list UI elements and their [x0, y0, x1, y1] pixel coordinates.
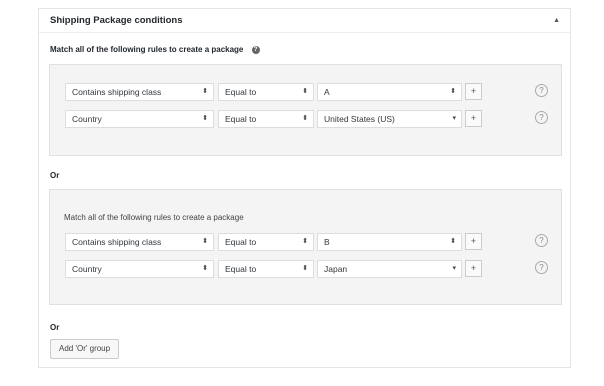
select-arrow-icon: ⬍: [302, 265, 308, 272]
or-separator: Or: [50, 171, 60, 180]
value-select[interactable]: B ⬍: [317, 233, 462, 251]
help-icon[interactable]: ?: [251, 45, 260, 54]
condition-select-value: Country: [72, 114, 102, 124]
add-rule-button[interactable]: +: [465, 233, 482, 250]
condition-select[interactable]: Country ⬍: [65, 110, 214, 128]
select-arrow-icon: ⬍: [302, 88, 308, 95]
condition-select-value: Contains shipping class: [72, 237, 162, 247]
operator-select-value: Equal to: [225, 237, 257, 247]
intro-label: Match all of the following rules to crea…: [50, 45, 244, 54]
add-rule-button[interactable]: +: [465, 83, 482, 100]
operator-select-value: Equal to: [225, 264, 257, 274]
shipping-package-panel: Shipping Package conditions ▲ Match all …: [38, 8, 571, 368]
select-arrow-icon: ⬍: [450, 238, 456, 245]
rule-group-1: Contains shipping class ⬍ Equal to ⬍ A ⬍ + …: [49, 64, 562, 156]
condition-select-value: Country: [72, 264, 102, 274]
select-arrow-icon: ⬍: [202, 265, 208, 272]
operator-select-value: Equal to: [225, 114, 257, 124]
select-arrow-icon: ⬍: [450, 88, 456, 95]
condition-select[interactable]: Country ⬍: [65, 260, 214, 278]
value-select[interactable]: A ⬍: [317, 83, 462, 101]
operator-select[interactable]: Equal to ⬍: [218, 110, 314, 128]
rule-group-2: Match all of the following rules to crea…: [49, 189, 562, 305]
add-rule-button[interactable]: +: [465, 110, 482, 127]
panel-title: Shipping Package conditions: [50, 15, 183, 26]
select-arrow-icon: ⬍: [202, 88, 208, 95]
intro-text: Match all of the following rules to crea…: [50, 45, 260, 54]
group-subtitle: Match all of the following rules to crea…: [64, 213, 244, 222]
help-question-icon[interactable]: ?: [535, 111, 548, 124]
or-separator: Or: [50, 323, 60, 332]
help-question-icon[interactable]: ?: [535, 234, 548, 247]
collapse-toggle-icon[interactable]: ▲: [553, 17, 560, 24]
condition-select[interactable]: Contains shipping class ⬍: [65, 233, 214, 251]
panel-header: Shipping Package conditions ▲: [39, 9, 570, 33]
operator-select[interactable]: Equal to ⬍: [218, 233, 314, 251]
value-select[interactable]: Japan ▾: [317, 260, 462, 278]
add-rule-button[interactable]: +: [465, 260, 482, 277]
value-select[interactable]: United States (US) ▾: [317, 110, 462, 128]
help-question-icon[interactable]: ?: [535, 84, 548, 97]
operator-select[interactable]: Equal to ⬍: [218, 83, 314, 101]
dropdown-arrow-icon: ▾: [452, 115, 456, 122]
select-arrow-icon: ⬍: [202, 238, 208, 245]
operator-select-value: Equal to: [225, 87, 257, 97]
select-arrow-icon: ⬍: [302, 115, 308, 122]
add-or-group-button[interactable]: Add 'Or' group: [50, 339, 120, 359]
operator-select[interactable]: Equal to ⬍: [218, 260, 314, 278]
dropdown-arrow-icon: ▾: [452, 265, 456, 272]
condition-select[interactable]: Contains shipping class ⬍: [65, 83, 214, 101]
condition-select-value: Contains shipping class: [72, 87, 162, 97]
value-select-value: United States (US): [324, 114, 395, 124]
value-select-value: B: [324, 237, 330, 247]
select-arrow-icon: ⬍: [302, 238, 308, 245]
select-arrow-icon: ⬍: [202, 115, 208, 122]
value-select-value: A: [324, 87, 330, 97]
value-select-value: Japan: [324, 264, 348, 274]
help-question-icon[interactable]: ?: [535, 261, 548, 274]
